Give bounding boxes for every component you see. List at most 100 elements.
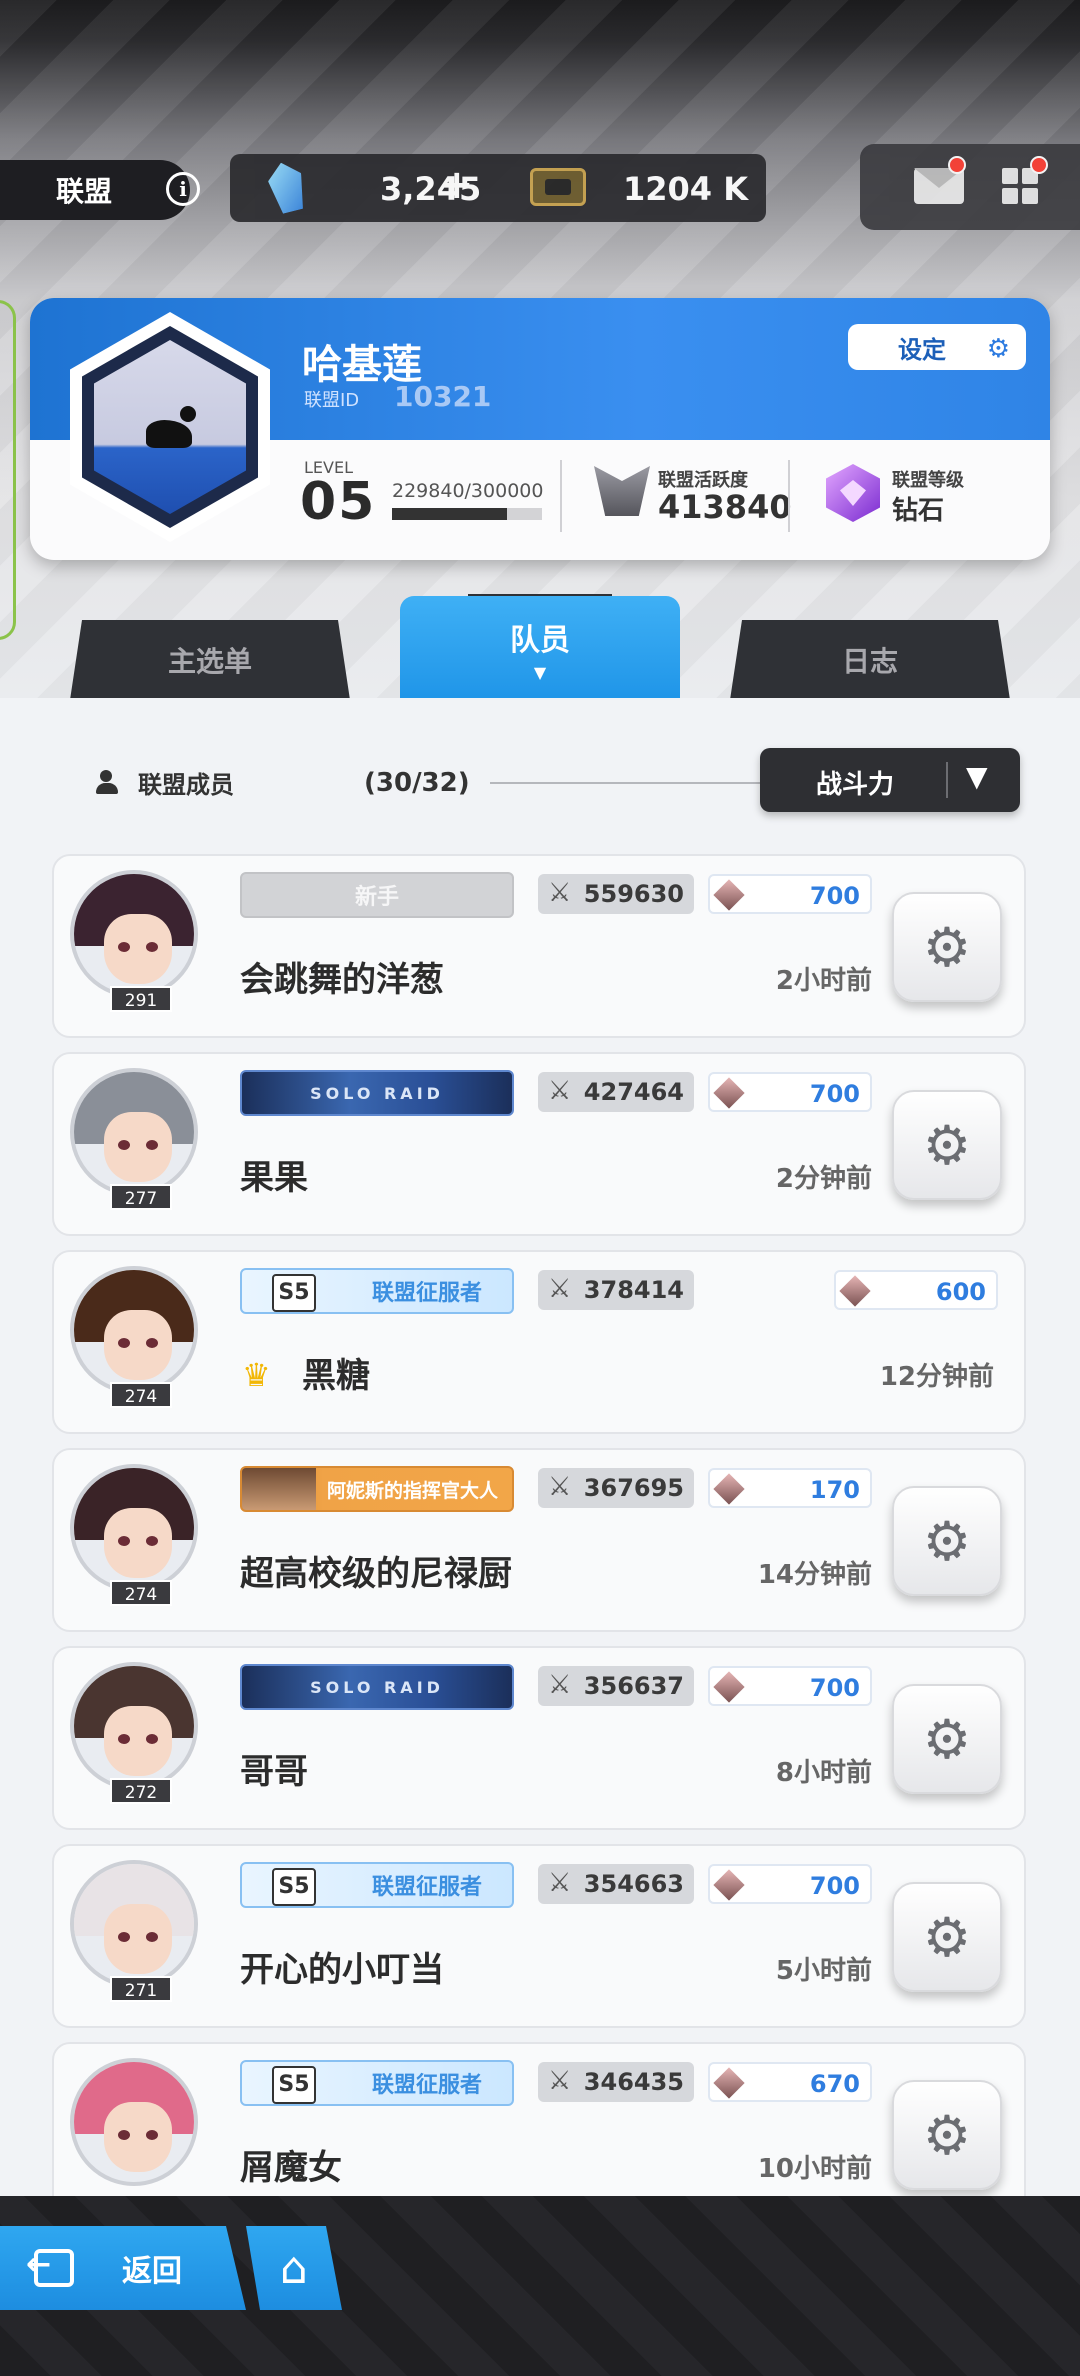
top-right-buttons bbox=[860, 144, 1080, 230]
combat-power: ⚔ 378414 bbox=[538, 1270, 694, 1310]
bottom-nav-bar: 返回 ⌂ bbox=[0, 2196, 1080, 2376]
combat-power-value: 367695 bbox=[583, 1474, 684, 1502]
member-row[interactable]: 271 S5 联盟征服者 ⚔ 354663 700 开心的小叮当 5小时前 ⚙ bbox=[52, 1844, 1026, 2028]
title-badge-text: 联盟征服者 bbox=[371, 1875, 482, 1900]
combat-power: ⚔ 356637 bbox=[538, 1666, 694, 1706]
avatar-level: 274 bbox=[110, 1580, 172, 1606]
settings-label: 设定 bbox=[898, 335, 946, 364]
alliance-level: 05 bbox=[300, 472, 377, 532]
contribution-value: 700 bbox=[809, 1872, 860, 1900]
contribution-diamond-icon bbox=[713, 1869, 745, 1901]
contribution-diamond-icon bbox=[713, 879, 745, 911]
title-badge-text: 新手 bbox=[354, 885, 399, 910]
member-avatar[interactable] bbox=[70, 1860, 198, 1988]
tab-members-label: 队员 bbox=[510, 622, 570, 658]
member-avatar[interactable] bbox=[70, 1662, 198, 1790]
member-manage-button[interactable]: ⚙ bbox=[892, 1684, 1002, 1794]
alliance-id: 10321 bbox=[394, 380, 492, 413]
gear-icon: ⚙ bbox=[922, 1707, 972, 1771]
title-badge-text: 联盟征服者 bbox=[371, 2073, 482, 2098]
title-badge-text: 联盟征服者 bbox=[371, 1281, 482, 1306]
member-avatar[interactable] bbox=[70, 870, 198, 998]
title-badge: S5 联盟征服者 bbox=[240, 1862, 514, 1908]
contribution-value: 170 bbox=[809, 1476, 860, 1504]
combat-power-value: 378414 bbox=[583, 1276, 684, 1304]
add-gems-button[interactable]: + bbox=[440, 162, 474, 208]
member-avatar[interactable] bbox=[70, 1266, 198, 1394]
alliance-menu-pill[interactable]: 联盟 i bbox=[0, 160, 200, 220]
member-row[interactable]: 274 S5 联盟征服者 ⚔ 378414 600 ♛ 黑糖 12分钟前 bbox=[52, 1250, 1026, 1434]
alliance-settings-button[interactable]: 设定 ⚙ bbox=[848, 324, 1026, 370]
member-manage-button[interactable]: ⚙ bbox=[892, 1486, 1002, 1596]
sort-dropdown[interactable]: 战斗力 ▼ bbox=[760, 748, 1020, 812]
title-badge-text: 阿妮斯的指挥官大人 bbox=[326, 1479, 498, 1502]
tab-log[interactable]: 日志 bbox=[730, 620, 1010, 700]
gear-icon: ⚙ bbox=[986, 334, 1010, 364]
contribution-diamond-icon bbox=[839, 1275, 871, 1307]
contribution: 700 bbox=[708, 1666, 872, 1706]
crossed-swords-icon: ⚔ bbox=[548, 878, 572, 908]
last-online: 14分钟前 bbox=[757, 1560, 872, 1590]
home-button[interactable]: ⌂ bbox=[246, 2226, 342, 2310]
gear-icon: ⚙ bbox=[922, 1113, 972, 1177]
crossed-swords-icon: ⚔ bbox=[548, 1868, 572, 1898]
people-icon bbox=[96, 770, 124, 794]
tab-main-menu[interactable]: 主选单 bbox=[70, 620, 350, 700]
side-panel-edge bbox=[0, 300, 16, 640]
avatar-level: 274 bbox=[110, 1382, 172, 1408]
contribution: 700 bbox=[708, 1072, 872, 1112]
avatar-level: 277 bbox=[110, 1184, 172, 1210]
season-5-icon: S5 bbox=[272, 1274, 316, 1312]
tab-members[interactable]: 队员 ▼ bbox=[400, 596, 680, 700]
last-online: 10小时前 bbox=[757, 2154, 872, 2184]
member-row[interactable]: 277 SOLO RAID ⚔ 427464 700 果果 2分钟前 ⚙ bbox=[52, 1052, 1026, 1236]
crossed-swords-icon: ⚔ bbox=[548, 2066, 572, 2096]
season-5-icon: S5 bbox=[272, 1868, 316, 1906]
cat-icon bbox=[146, 406, 196, 448]
contribution-value: 700 bbox=[809, 1674, 860, 1702]
title-badge: SOLO RAID bbox=[240, 1664, 514, 1710]
title-badge: S5 联盟征服者 bbox=[240, 2060, 514, 2106]
member-manage-button[interactable]: ⚙ bbox=[892, 1882, 1002, 1992]
dropdown-arrow-icon: ▼ bbox=[966, 760, 988, 793]
member-row[interactable]: 272 SOLO RAID ⚔ 356637 700 哥哥 8小时前 ⚙ bbox=[52, 1646, 1026, 1830]
member-manage-button[interactable]: ⚙ bbox=[892, 2080, 1002, 2190]
ticket-icon bbox=[530, 168, 586, 206]
gem-icon bbox=[264, 159, 309, 216]
member-count: (30/32) bbox=[364, 768, 470, 798]
caret-down-icon: ▼ bbox=[533, 662, 547, 682]
combat-power: ⚔ 354663 bbox=[538, 1864, 694, 1904]
title-badge: 阿妮斯的指挥官大人 bbox=[240, 1466, 514, 1512]
title-badge: 新手 bbox=[240, 872, 514, 918]
member-manage-button[interactable]: ⚙ bbox=[892, 892, 1002, 1002]
contribution-diamond-icon bbox=[713, 1077, 745, 1109]
sort-label: 战斗力 bbox=[816, 770, 895, 800]
contribution: 600 bbox=[834, 1270, 998, 1310]
member-row[interactable]: 291 新手 ⚔ 559630 700 会跳舞的洋葱 2小时前 ⚙ bbox=[52, 854, 1026, 1038]
member-avatar[interactable] bbox=[70, 1068, 198, 1196]
menu-grid-icon[interactable] bbox=[1002, 168, 1040, 206]
season-5-icon: S5 bbox=[272, 2066, 316, 2104]
back-label: 返回 bbox=[122, 2254, 182, 2289]
member-avatar[interactable] bbox=[70, 2058, 198, 2186]
info-icon[interactable]: i bbox=[166, 172, 200, 206]
crossed-swords-icon: ⚔ bbox=[548, 1670, 572, 1700]
member-avatar[interactable] bbox=[70, 1464, 198, 1592]
title-badge-text: SOLO RAID bbox=[310, 1677, 444, 1697]
member-row[interactable]: 274 阿妮斯的指挥官大人 ⚔ 367695 170 超高校级的尼禄厨 14分钟前 ⚙ bbox=[52, 1448, 1026, 1632]
mail-notification-dot bbox=[948, 156, 966, 174]
member-row[interactable]: S5 联盟征服者 ⚔ 346435 670 屑魔女 10小时前 ⚙ bbox=[52, 2042, 1026, 2198]
exp-text: 229840/300000 bbox=[392, 480, 544, 502]
back-button[interactable]: 返回 bbox=[0, 2226, 246, 2310]
diamond-rank-icon bbox=[826, 464, 880, 522]
title-badge-text: SOLO RAID bbox=[310, 1083, 444, 1103]
members-panel: 联盟成员 (30/32) 战斗力 ▼ 291 新手 ⚔ 559630 700 会跳舞的洋葱… bbox=[0, 698, 1080, 2198]
contribution-value: 670 bbox=[809, 2070, 860, 2098]
last-online: 2分钟前 bbox=[775, 1164, 872, 1194]
combat-power-value: 356637 bbox=[583, 1672, 684, 1700]
combat-power: ⚔ 367695 bbox=[538, 1468, 694, 1508]
member-name: 开心的小叮当 bbox=[240, 1950, 444, 1990]
gear-icon: ⚙ bbox=[922, 2103, 972, 2167]
member-manage-button[interactable]: ⚙ bbox=[892, 1090, 1002, 1200]
combat-power: ⚔ 559630 bbox=[538, 874, 694, 914]
